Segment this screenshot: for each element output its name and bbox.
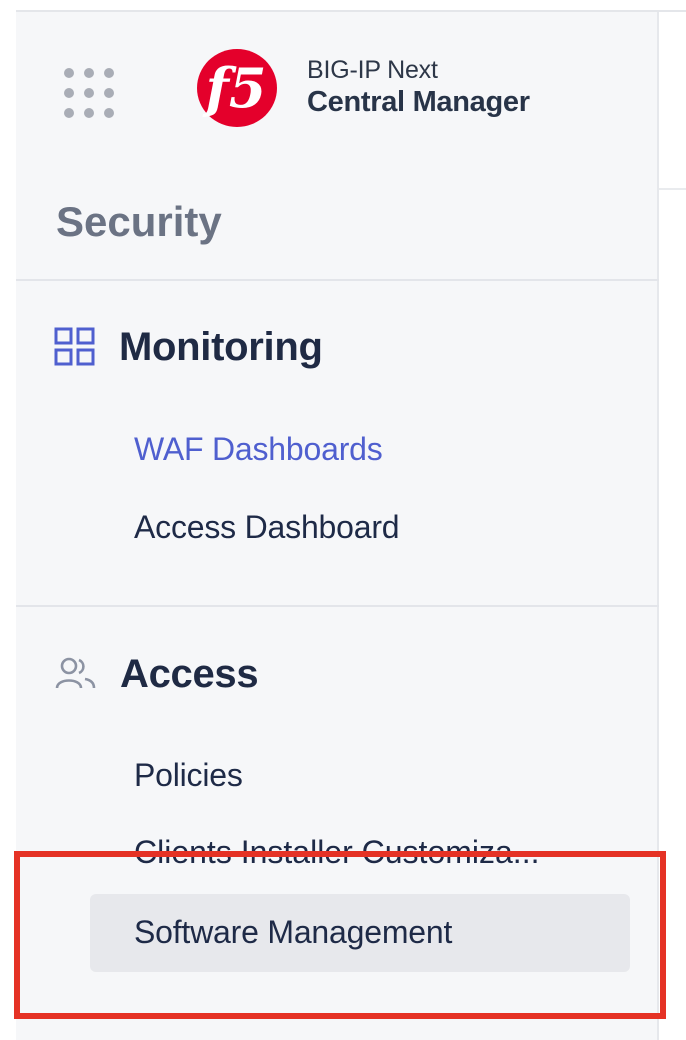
grid-dots-icon[interactable] [64,68,116,120]
svg-text:f5: f5 [202,56,267,120]
dashboard-grid-icon [54,327,96,372]
product-line-label: BIG-IP Next [307,56,438,84]
nav-item-waf-dashboards[interactable]: WAF Dashboards [134,431,383,468]
nav-item-policies[interactable]: Policies [134,757,243,794]
divider [16,279,659,281]
f5-logo[interactable]: f5 [196,48,278,128]
users-icon [54,656,98,697]
group-title-access[interactable]: Access [120,652,259,697]
nav-item-access-dashboard[interactable]: Access Dashboard [134,509,400,546]
section-title: Security [56,198,222,245]
annotation-highlight-box [14,851,666,1019]
main-header-area [659,12,686,190]
product-name-label: Central Manager [307,86,530,118]
divider [16,605,659,607]
group-title-monitoring[interactable]: Monitoring [119,325,323,370]
